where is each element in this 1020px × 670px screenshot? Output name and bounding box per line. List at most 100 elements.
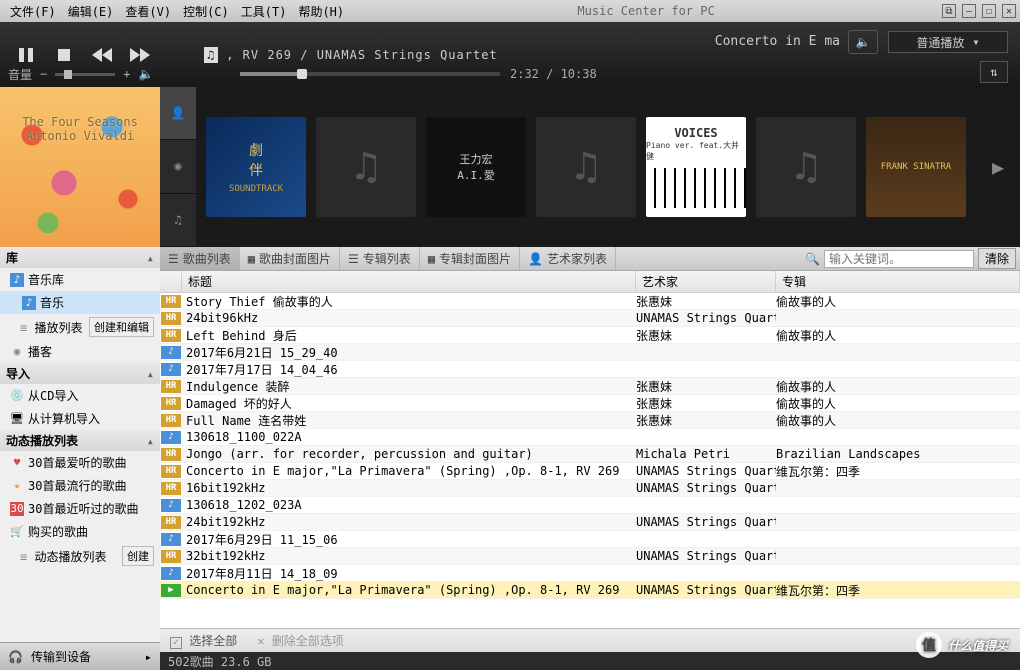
table-row[interactable]: ♪2017年6月29日 11_15_06 — [160, 531, 1020, 548]
volume-down-icon[interactable]: − — [40, 67, 47, 81]
table-row[interactable]: HR16bit192kHzUNAMAS Strings Quartet — [160, 480, 1020, 497]
table-row[interactable]: HR24bit192kHzUNAMAS Strings Quartet — [160, 514, 1020, 531]
calendar-icon: 30 — [10, 502, 24, 516]
search-input[interactable] — [824, 250, 974, 268]
output-device-icon[interactable]: 🔈 — [848, 30, 878, 54]
menu-control[interactable]: 控制(C) — [177, 1, 235, 22]
create-edit-button[interactable]: 创建和编辑 — [89, 317, 154, 337]
sort-button[interactable]: ⇅ — [980, 61, 1008, 83]
menu-view[interactable]: 查看(V) — [119, 1, 177, 22]
menu-file[interactable]: 文件(F) — [4, 1, 62, 22]
table-row[interactable]: ♪2017年6月21日 15_29_40 — [160, 344, 1020, 361]
window-popout-icon[interactable]: ⧉ — [942, 4, 956, 18]
clear-selection-button[interactable]: ✕ 删除全部选项 — [257, 632, 343, 649]
selection-bar: ✓ 选择全部 ✕ 删除全部选项 — [160, 628, 1020, 652]
table-row[interactable]: HRJongo (arr. for recorder, percussion a… — [160, 446, 1020, 463]
carousel-next-icon[interactable]: ▶ — [992, 155, 1016, 179]
col-artist[interactable]: 艺术家 — [636, 271, 776, 292]
section-library[interactable]: 库▴ — [0, 247, 160, 268]
sidebar-item-purchased[interactable]: 🛒购买的歌曲 — [0, 520, 160, 543]
cell-album: 偷故事的人 — [776, 395, 1020, 412]
carousel-thumb-empty[interactable]: ♫ — [756, 117, 856, 217]
table-row[interactable]: HRFull Name 连名带姓张惠妹偷故事的人 — [160, 412, 1020, 429]
volume-up-icon[interactable]: + — [123, 67, 130, 81]
table-row[interactable]: HRIndulgence 装醉张惠妹偷故事的人 — [160, 378, 1020, 395]
view-songlist[interactable]: ☰歌曲列表 — [160, 247, 240, 270]
quality-badge: HR — [161, 380, 181, 393]
cell-title: Concerto in E major,"La Primavera" (Spri… — [182, 583, 636, 597]
mute-icon[interactable]: 🔈 — [138, 67, 153, 81]
carousel-view-disc[interactable]: ◉ — [160, 140, 196, 193]
view-albumcover[interactable]: ▦专辑封面图片 — [420, 247, 520, 270]
cell-title: 2017年6月29日 11_15_06 — [182, 531, 636, 548]
table-row[interactable]: ▶Concerto in E major,"La Primavera" (Spr… — [160, 582, 1020, 599]
search-icon: 🔍 — [805, 252, 820, 266]
play-mode-select[interactable]: 普通播放▾ — [888, 31, 1008, 53]
clear-search-button[interactable]: 清除 — [978, 248, 1016, 269]
sidebar-item-import-pc[interactable]: 🖥从计算机导入 — [0, 407, 160, 430]
list-icon: ☰ — [168, 252, 179, 266]
carousel-thumb[interactable]: VOICESPiano ver. feat.大井健 — [646, 117, 746, 217]
sidebar-item-top-loved[interactable]: ♥30首最爱听的歌曲 — [0, 451, 160, 474]
cell-title: Left Behind 身后 — [182, 327, 636, 344]
col-album[interactable]: 专辑 — [776, 271, 1020, 292]
sidebar-item-music[interactable]: ♪音乐 — [0, 291, 160, 314]
transfer-bar[interactable]: 🎧传输到设备▸ — [0, 642, 160, 670]
cell-artist: 张惠妹 — [636, 327, 776, 344]
view-artistlist[interactable]: 👤艺术家列表 — [520, 247, 616, 270]
menu-edit[interactable]: 编辑(E) — [62, 1, 120, 22]
menu-help[interactable]: 帮助(H) — [292, 1, 350, 22]
window-maximize-icon[interactable]: ☐ — [982, 4, 996, 18]
quality-badge: HR — [161, 312, 181, 325]
now-playing-cover[interactable]: The Four SeasonsAntonio Vivaldi — [0, 87, 160, 247]
sidebar-item-musiclib[interactable]: ♪音乐库 — [0, 268, 160, 291]
view-toolbar: ☰歌曲列表 ▦歌曲封面图片 ☰专辑列表 ▦专辑封面图片 👤艺术家列表 🔍 清除 — [160, 247, 1020, 271]
sidebar-item-top-popular[interactable]: ★30首最流行的歌曲 — [0, 474, 160, 497]
cell-title: 16bit192kHz — [182, 481, 636, 495]
star-icon: ★ — [10, 479, 24, 493]
carousel-thumb-empty[interactable]: ♫ — [316, 117, 416, 217]
table-row[interactable]: HRStory Thief 偷故事的人张惠妹偷故事的人 — [160, 293, 1020, 310]
carousel-thumb-empty[interactable]: ♫ — [536, 117, 636, 217]
table-row[interactable]: HRConcerto in E major,"La Primavera" (Sp… — [160, 463, 1020, 480]
table-row[interactable]: ♪130618_1100_022A — [160, 429, 1020, 446]
create-button[interactable]: 创建 — [122, 546, 154, 566]
select-all-toggle[interactable]: ✓ 选择全部 — [170, 632, 237, 649]
table-row[interactable]: ♪2017年8月11日 14_18_09 — [160, 565, 1020, 582]
volume-slider[interactable] — [55, 73, 115, 76]
col-title[interactable]: 标题 — [182, 271, 636, 292]
cell-artist: UNAMAS Strings Quartet — [636, 515, 776, 529]
table-row[interactable]: HR32bit192kHzUNAMAS Strings Quartet — [160, 548, 1020, 565]
sidebar-item-playlist[interactable]: ≡ 播放列表创建和编辑 — [0, 314, 160, 340]
sidebar-item-podcast[interactable]: ◉播客 — [0, 340, 160, 363]
window-close-icon[interactable]: ✕ — [1002, 4, 1016, 18]
seek-slider[interactable] — [240, 72, 500, 76]
view-albumlist[interactable]: ☰专辑列表 — [340, 247, 420, 270]
window-minimize-icon[interactable]: — — [962, 4, 976, 18]
menu-tools[interactable]: 工具(T) — [235, 1, 293, 22]
cell-title: Jongo (arr. for recorder, percussion and… — [182, 447, 636, 461]
quality-badge: HR — [161, 414, 181, 427]
table-row[interactable]: HRDamaged 坏的好人张惠妹偷故事的人 — [160, 395, 1020, 412]
carousel-thumb[interactable]: FRANK SINATRA — [866, 117, 966, 217]
quality-badge: HR — [161, 465, 181, 478]
view-songcover[interactable]: ▦歌曲封面图片 — [240, 247, 340, 270]
carousel-thumb[interactable]: 王力宏A.I.愛 — [426, 117, 526, 217]
carousel-view-artist[interactable]: 👤 — [160, 87, 196, 140]
app-title: Music Center for PC — [350, 4, 942, 18]
sidebar-item-import-cd[interactable]: 💿从CD导入 — [0, 384, 160, 407]
table-row[interactable]: HRLeft Behind 身后张惠妹偷故事的人 — [160, 327, 1020, 344]
collapse-icon: ▴ — [147, 367, 154, 381]
carousel-view-track[interactable]: ♫ — [160, 194, 196, 247]
sidebar-item-dynlist[interactable]: ≡ 动态播放列表创建 — [0, 543, 160, 569]
song-grid[interactable]: 标题 艺术家 专辑 HRStory Thief 偷故事的人张惠妹偷故事的人HR2… — [160, 271, 1020, 628]
table-row[interactable]: ♪2017年7月17日 14_04_46 — [160, 361, 1020, 378]
cell-artist: UNAMAS Strings Quartet — [636, 311, 776, 325]
headphones-icon: 🎧 — [8, 650, 23, 664]
table-row[interactable]: ♪130618_1202_023A — [160, 497, 1020, 514]
section-dynamic-playlist[interactable]: 动态播放列表▴ — [0, 430, 160, 451]
carousel-thumb[interactable]: 劇伴SOUNDTRACK — [206, 117, 306, 217]
table-row[interactable]: HR24bit96kHzUNAMAS Strings Quartet — [160, 310, 1020, 327]
section-import[interactable]: 导入▴ — [0, 363, 160, 384]
sidebar-item-recent[interactable]: 3030首最近听过的歌曲 — [0, 497, 160, 520]
